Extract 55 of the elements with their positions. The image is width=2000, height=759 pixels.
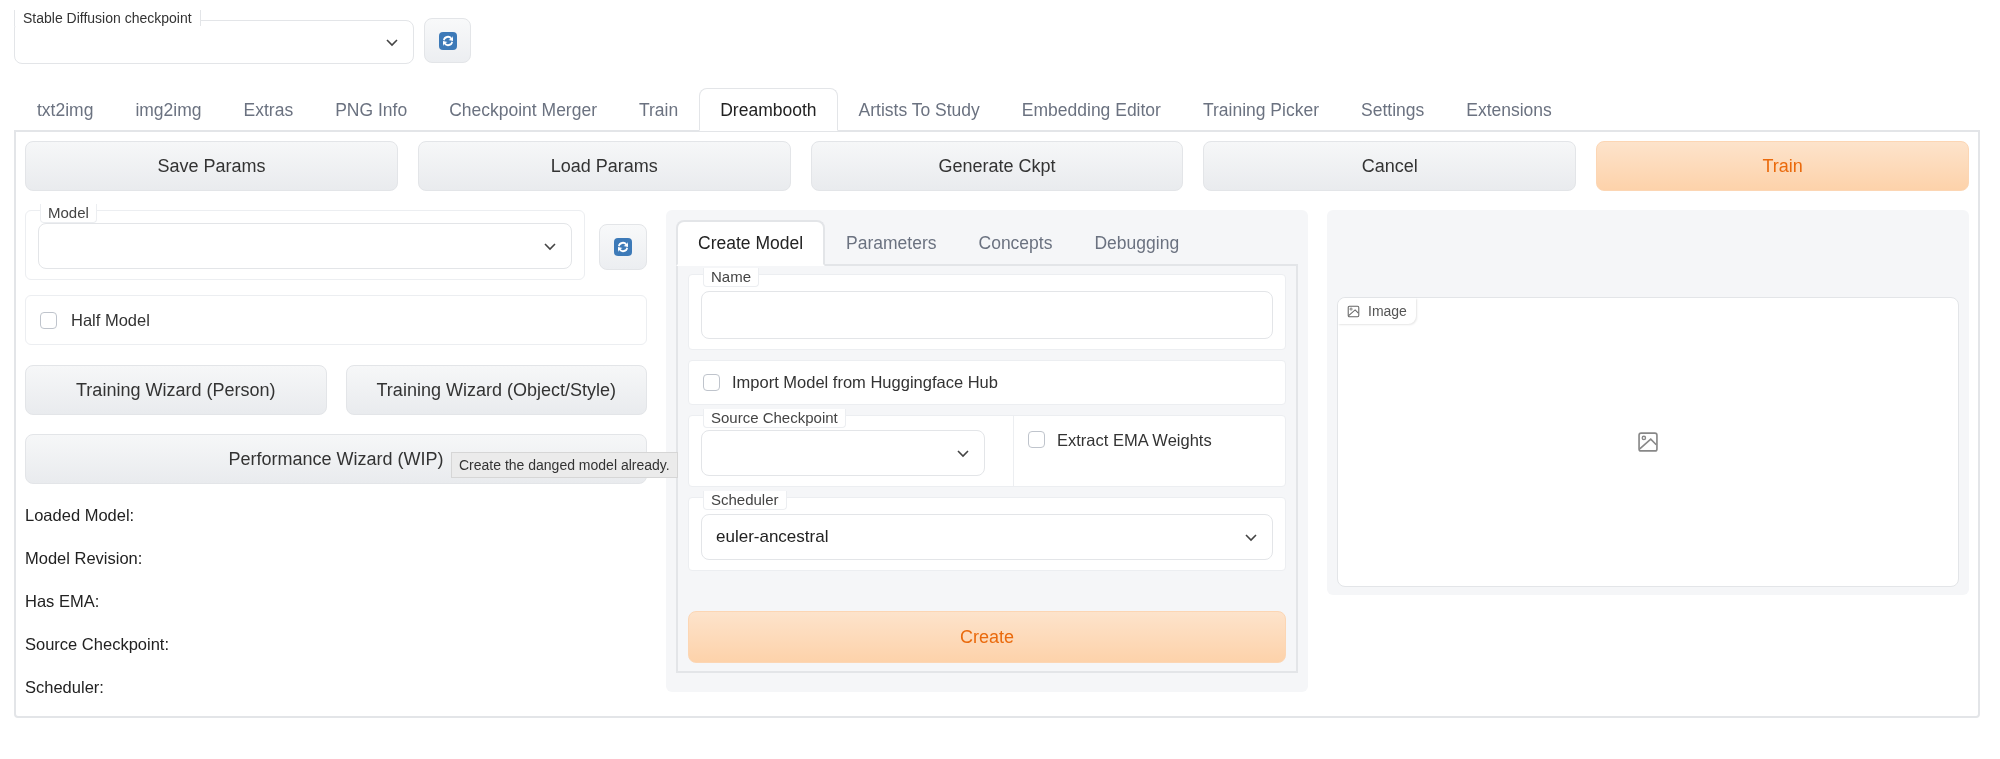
- action-button[interactable]: Generate Ckpt: [810, 141, 1184, 191]
- image-icon: [1347, 304, 1360, 318]
- checkbox[interactable]: [703, 374, 720, 391]
- chevron-down-icon: [543, 241, 557, 251]
- tab[interactable]: Parameters: [825, 220, 958, 266]
- refresh-button[interactable]: [424, 18, 471, 63]
- action-button[interactable]: Load Params: [417, 141, 791, 191]
- name-field[interactable]: [701, 291, 1273, 339]
- refresh-icon: [613, 237, 633, 257]
- label-text: Image: [1368, 303, 1407, 319]
- checkbox[interactable]: [40, 311, 57, 329]
- chevron-down-icon: [956, 448, 970, 458]
- tab[interactable]: txt2img: [16, 88, 115, 131]
- tab[interactable]: Extras: [222, 88, 315, 131]
- scheduler-dropdown[interactable]: euler-ancestral: [701, 514, 1273, 560]
- action-button[interactable]: Cancel: [1203, 141, 1577, 191]
- field-label: Scheduler: [703, 491, 787, 510]
- checkbox-label: Half Model: [71, 310, 150, 330]
- tab[interactable]: Checkpoint Merger: [428, 88, 618, 131]
- tab[interactable]: Create Model: [676, 220, 826, 266]
- checkbox-label: Import Model from Huggingface Hub: [732, 373, 998, 392]
- model-dropdown[interactable]: [38, 223, 572, 269]
- checkbox-label: Extract EMA Weights: [1057, 431, 1212, 450]
- tab[interactable]: Training Picker: [1181, 88, 1340, 131]
- tab[interactable]: Concepts: [957, 220, 1074, 266]
- tab[interactable]: img2img: [114, 88, 223, 131]
- tab[interactable]: Train: [618, 88, 700, 131]
- action-button[interactable]: Save Params: [25, 141, 398, 191]
- field-label: Source Checkpoint: [703, 409, 846, 428]
- refresh-icon: [437, 30, 458, 51]
- tooltip: Create the danged model already.: [451, 452, 678, 478]
- tab[interactable]: PNG Info: [314, 88, 429, 131]
- chevron-down-icon: [385, 37, 399, 47]
- checkbox[interactable]: [1028, 431, 1045, 448]
- tab[interactable]: Extensions: [1445, 88, 1573, 131]
- tab[interactable]: Settings: [1340, 88, 1446, 131]
- info-label: Has EMA:: [25, 591, 101, 611]
- info-label: Scheduler:: [25, 677, 105, 697]
- tab[interactable]: Dreambooth: [699, 88, 838, 131]
- info-label: Loaded Model:: [25, 505, 136, 525]
- tab[interactable]: Artists To Study: [837, 88, 1001, 131]
- tab[interactable]: Debugging: [1073, 220, 1201, 266]
- chevron-down-icon: [1244, 532, 1258, 542]
- field-label: Model: [40, 204, 97, 223]
- tab[interactable]: Embedding Editor: [1000, 88, 1182, 131]
- source-checkpoint-dropdown[interactable]: [701, 430, 985, 476]
- refresh-button[interactable]: [599, 224, 647, 270]
- field-label: Stable Diffusion checkpoint: [14, 10, 201, 26]
- info-label: Model Revision:: [25, 548, 144, 568]
- info-label: Source Checkpoint:: [25, 634, 170, 654]
- wizard-button[interactable]: Training Wizard (Person): [25, 365, 327, 415]
- field-label: Name: [703, 268, 759, 287]
- wizard-button[interactable]: Training Wizard (Object/Style): [345, 365, 647, 415]
- image-dropzone[interactable]: Image: [1337, 297, 1959, 587]
- image-icon: [1637, 431, 1659, 453]
